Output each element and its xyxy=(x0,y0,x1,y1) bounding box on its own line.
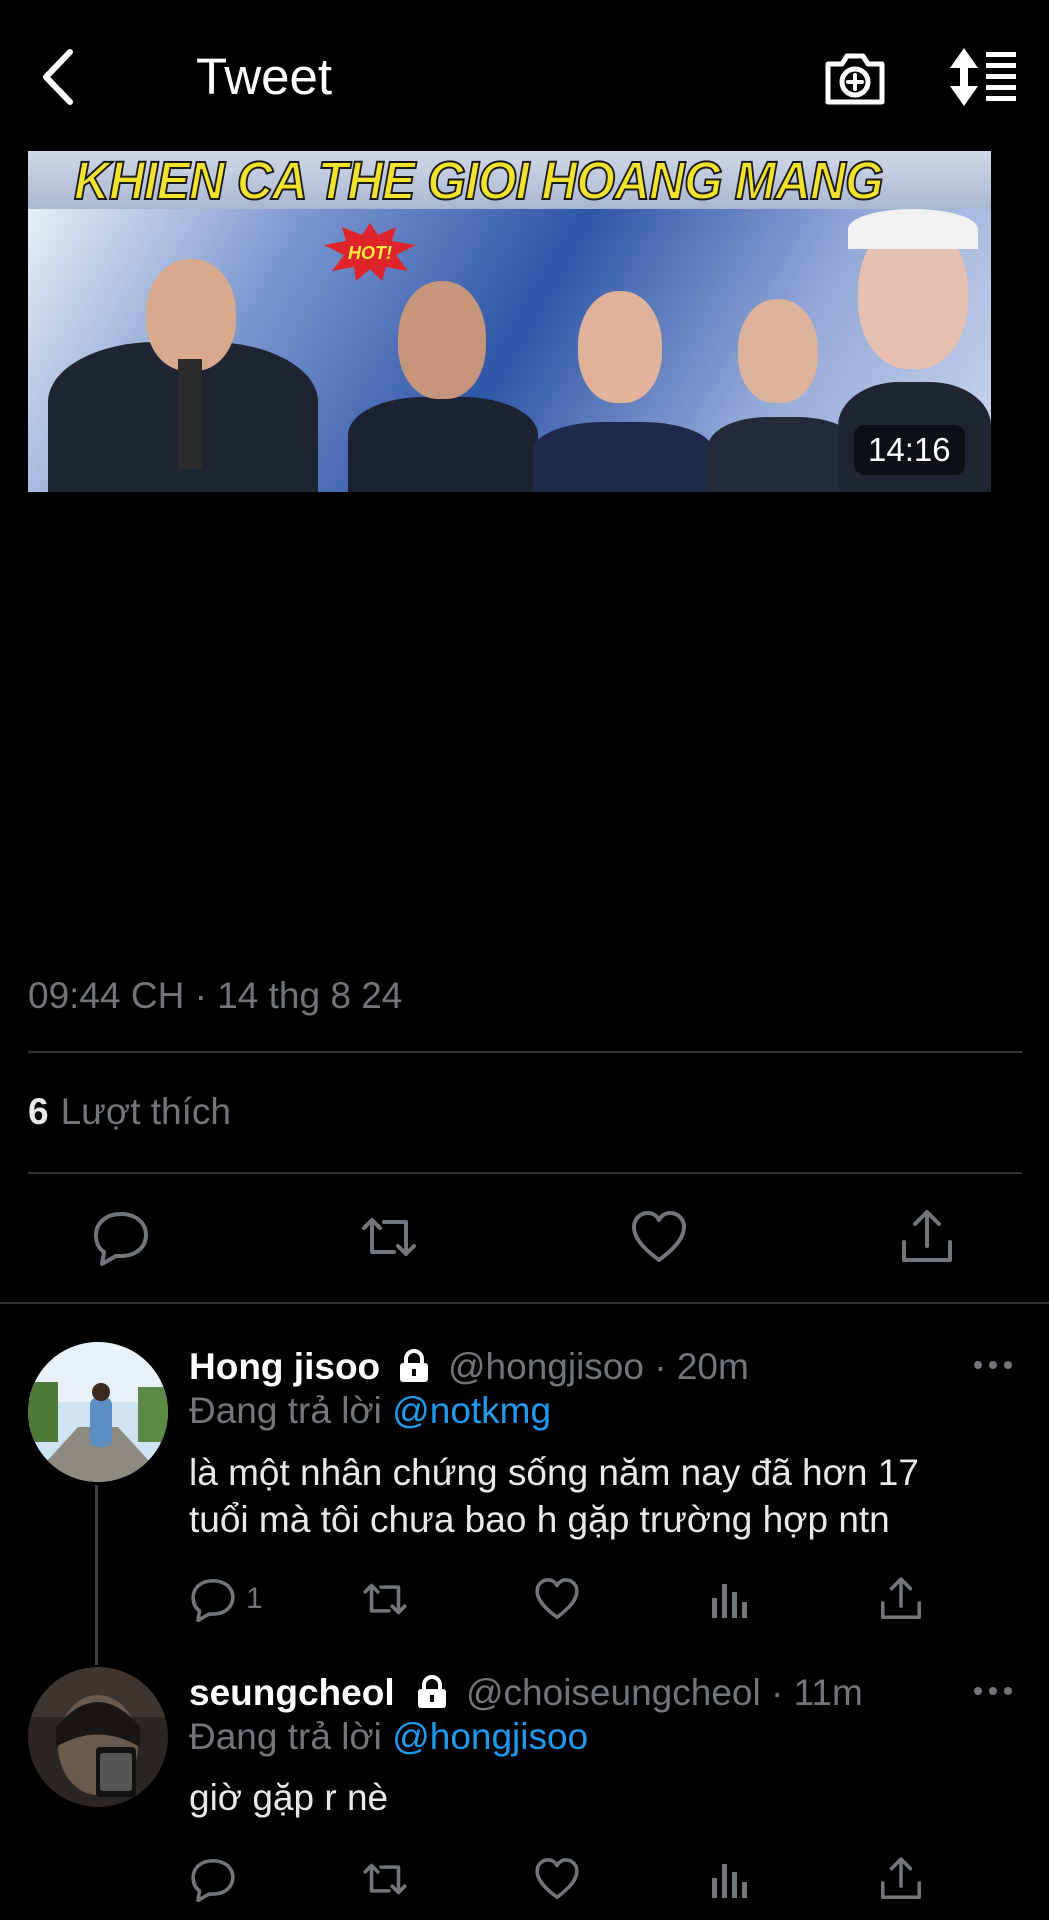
reply-text-line: tuổi mà tôi chưa bao h gặp trường hợp nt… xyxy=(189,1499,890,1540)
divider xyxy=(28,1051,1022,1053)
reply-text-line: là một nhân chứng sống năm nay đã hơn 17 xyxy=(189,1452,919,1493)
reply-button[interactable] xyxy=(190,1576,236,1622)
reply-icon xyxy=(191,1578,235,1622)
divider xyxy=(0,1302,1049,1304)
more-icon xyxy=(974,1687,1012,1695)
video-duration: 14:16 xyxy=(854,425,965,475)
tweet-media-video[interactable]: KHIEN CA THE GIOI HOANG MANG HOT! xyxy=(28,151,991,492)
media-person-3 xyxy=(528,281,718,492)
analytics-button[interactable] xyxy=(706,1856,752,1902)
share-button[interactable] xyxy=(898,1208,956,1266)
sort-icon xyxy=(950,48,1016,106)
thread-line xyxy=(95,1485,98,1665)
retweet-icon xyxy=(363,1863,407,1895)
page-title: Tweet xyxy=(196,48,333,105)
retweet-button[interactable] xyxy=(362,1576,408,1622)
mention-link[interactable]: @notkmg xyxy=(392,1390,551,1431)
avatar[interactable] xyxy=(28,1342,168,1482)
retweet-icon xyxy=(363,1583,407,1615)
chevron-left-icon xyxy=(43,49,73,105)
reply-icon xyxy=(94,1212,148,1266)
media-headline: KHIEN CA THE GIOI HOANG MANG xyxy=(73,151,884,211)
reply-author-handle[interactable]: @hongjisoo · 20m xyxy=(448,1344,749,1390)
heart-icon xyxy=(535,1858,579,1900)
replying-prefix: Đang trả lời xyxy=(189,1390,382,1431)
mention-link[interactable]: @hongjisoo xyxy=(392,1716,588,1757)
share-icon xyxy=(880,1577,922,1620)
retweet-icon xyxy=(362,1218,416,1256)
analytics-icon xyxy=(712,1864,747,1898)
sort-button[interactable] xyxy=(948,44,1020,110)
replying-prefix: Đang trả lời xyxy=(189,1716,382,1757)
avatar-photo xyxy=(28,1667,168,1807)
tweet-timestamp: 09:44 CH · 14 thg 8 24 xyxy=(28,975,403,1016)
media-person-1 xyxy=(28,209,328,492)
reply-author-name[interactable]: seungcheol xyxy=(189,1670,395,1716)
retweet-button[interactable] xyxy=(360,1208,418,1266)
likes-label: Lượt thích xyxy=(60,1091,231,1132)
divider xyxy=(28,1172,1022,1174)
avatar-photo xyxy=(28,1342,168,1482)
reply-text: giờ gặp r nè xyxy=(189,1777,389,1818)
camera-plus-icon xyxy=(825,53,885,105)
replying-to: Đang trả lời @hongjisoo xyxy=(189,1714,588,1760)
reply-author-handle[interactable]: @choiseungcheol · 11m xyxy=(466,1670,863,1716)
avatar[interactable] xyxy=(28,1667,168,1807)
share-button[interactable] xyxy=(878,1856,924,1902)
more-icon xyxy=(974,1361,1012,1369)
hot-badge: HOT! xyxy=(324,223,416,281)
share-icon xyxy=(880,1857,922,1900)
retweet-button[interactable] xyxy=(362,1856,408,1902)
like-button[interactable] xyxy=(534,1856,580,1902)
likes-number: 6 xyxy=(28,1091,49,1132)
share-icon xyxy=(902,1210,952,1262)
hot-badge-label: HOT! xyxy=(348,243,392,263)
heart-icon xyxy=(632,1211,686,1262)
analytics-button[interactable] xyxy=(706,1576,752,1622)
like-button[interactable] xyxy=(534,1576,580,1622)
reply-button[interactable] xyxy=(92,1208,150,1266)
more-button[interactable] xyxy=(970,1668,1016,1714)
more-button[interactable] xyxy=(970,1342,1016,1388)
reply-count: 1 xyxy=(246,1582,263,1615)
media-person-2 xyxy=(338,261,548,492)
like-button[interactable] xyxy=(630,1208,688,1266)
lock-icon xyxy=(414,1674,450,1710)
reply-author-name[interactable]: Hong jisoo xyxy=(189,1344,380,1390)
reply-button[interactable] xyxy=(190,1856,236,1902)
share-button[interactable] xyxy=(878,1576,924,1622)
likes-count[interactable]: 6 Lượt thích xyxy=(28,1088,231,1136)
lock-icon xyxy=(396,1348,432,1384)
reply-icon xyxy=(191,1858,235,1902)
heart-icon xyxy=(535,1578,579,1620)
back-button[interactable] xyxy=(36,44,84,110)
analytics-icon xyxy=(712,1584,747,1618)
reply-text: là một nhân chứng sống năm nay đã hơn 17… xyxy=(189,1449,1009,1543)
camera-button[interactable] xyxy=(822,44,888,110)
replying-to: Đang trả lời @notkmg xyxy=(189,1388,551,1434)
